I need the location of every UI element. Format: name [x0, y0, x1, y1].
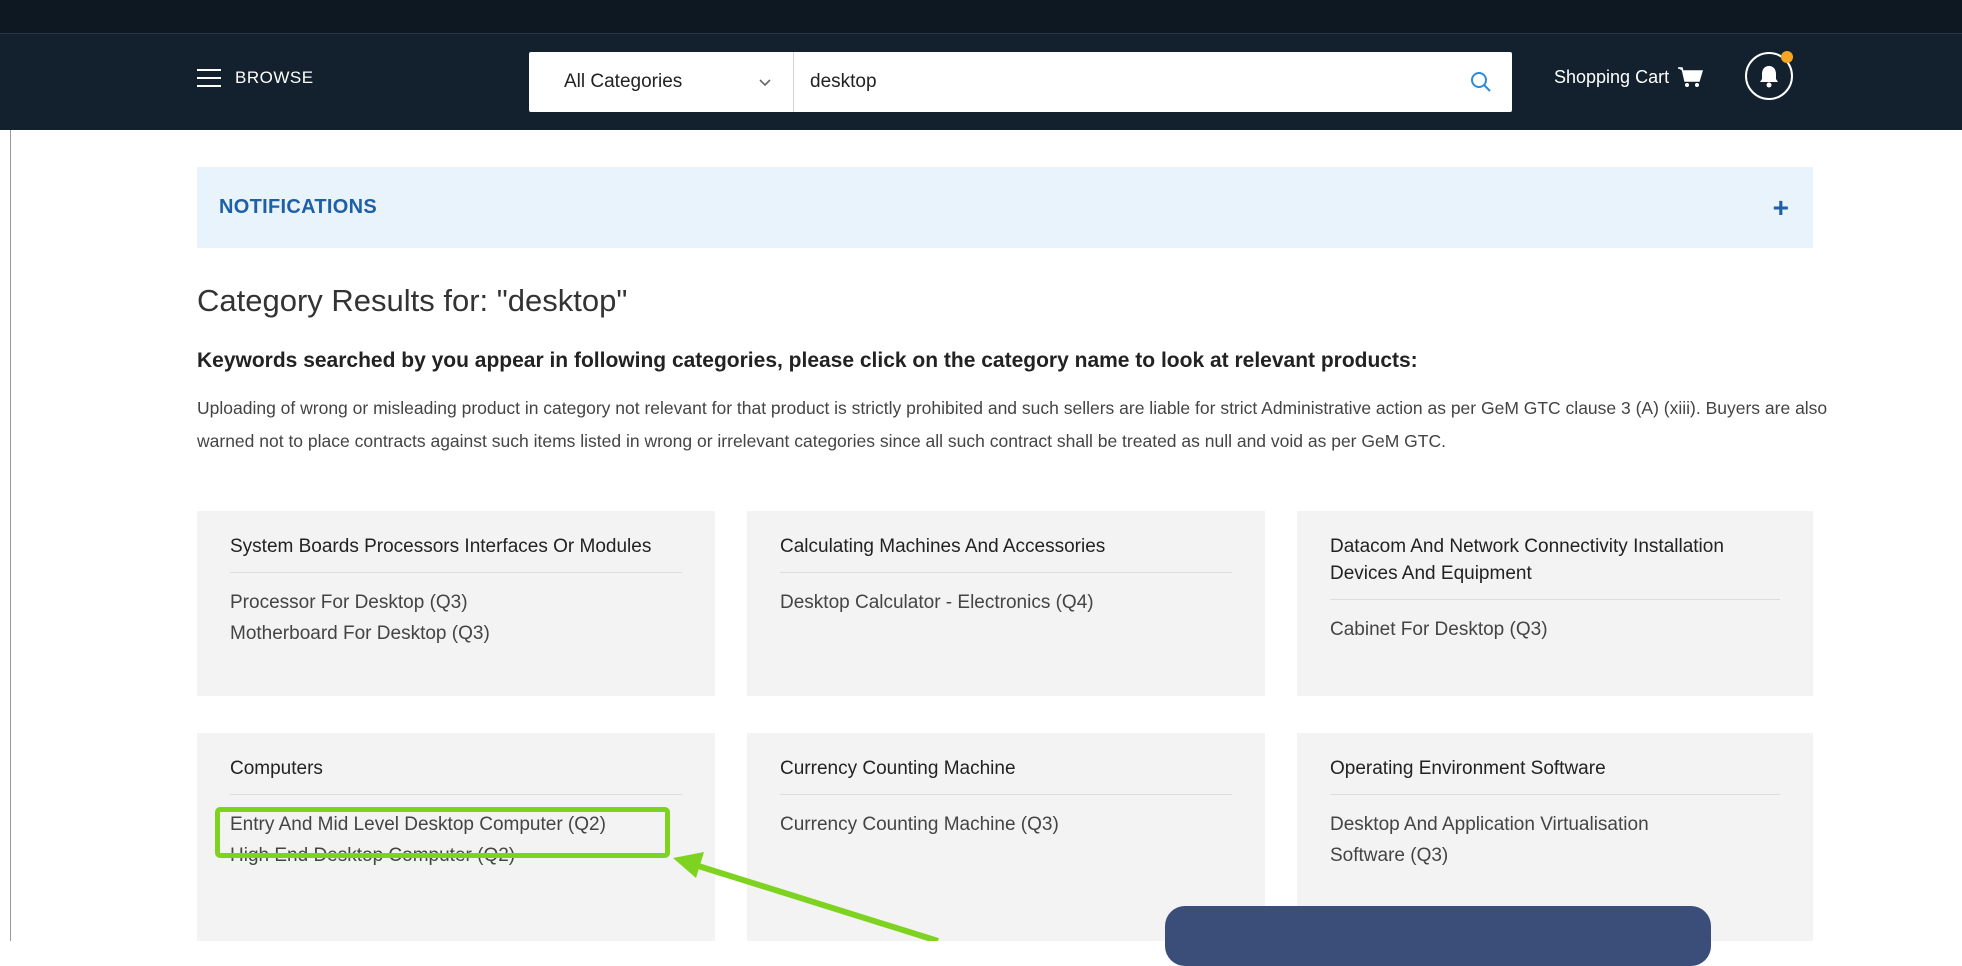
callout-box: [1165, 906, 1711, 966]
pointer-arrow: [673, 852, 939, 941]
